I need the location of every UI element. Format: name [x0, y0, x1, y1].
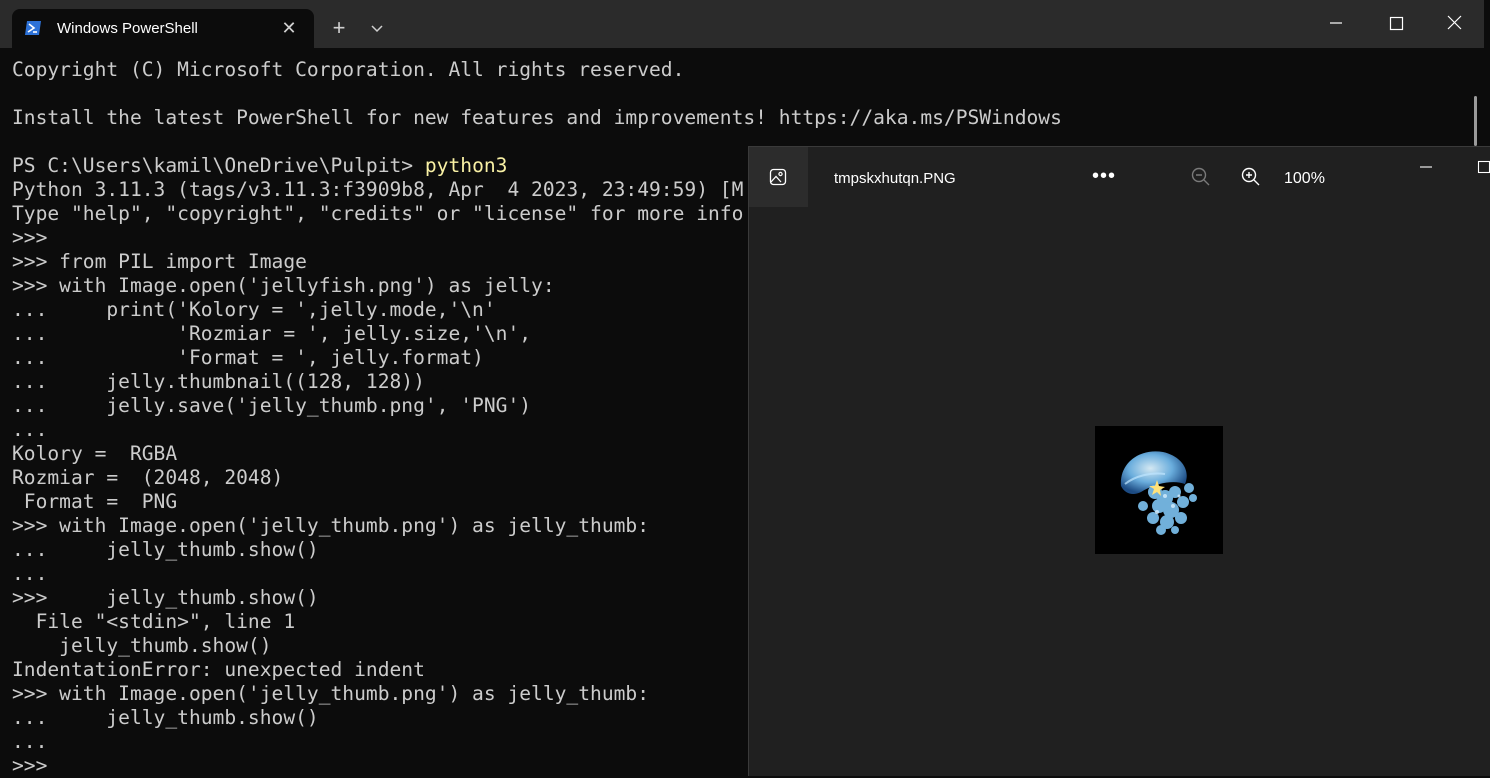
console-line: ... jelly_thumb.show()	[12, 538, 319, 561]
console-line: >>>	[12, 754, 48, 777]
console-line: Type "help", "copyright", "credits" or "…	[12, 202, 744, 225]
jellyfish-image	[1095, 426, 1223, 554]
console-line: >>> with Image.open('jelly_thumb.png') a…	[12, 682, 650, 705]
console-line: Python 3.11.3 (tags/v3.11.3:f3909b8, Apr…	[12, 178, 744, 201]
console-line: jelly_thumb.show()	[12, 634, 272, 657]
console-line: >>> from PIL import Image	[12, 250, 307, 273]
zoom-out-icon[interactable]	[1189, 165, 1213, 189]
console-line: Rozmiar = (2048, 2048)	[12, 466, 284, 489]
title-bar: Windows PowerShell ✕ +	[0, 0, 1484, 48]
console-line: Install the latest PowerShell for new fe…	[12, 106, 1062, 129]
console-line: ...	[12, 562, 48, 585]
tab-windows-powershell[interactable]: Windows PowerShell ✕	[12, 9, 314, 48]
minimize-icon[interactable]	[1316, 8, 1356, 38]
console-line: File "<stdin>", line 1	[12, 610, 296, 633]
console-line: >>>	[12, 226, 48, 249]
console-line: Copyright (C) Microsoft Corporation. All…	[12, 58, 685, 81]
console-line: ... print('Kolory = ',jelly.mode,'\n'	[12, 298, 496, 321]
console-line: >>> with Image.open('jelly_thumb.png') a…	[12, 514, 650, 537]
console-line: Format = PNG	[12, 490, 178, 513]
new-tab-button[interactable]: +	[326, 16, 352, 42]
console-line: ... 'Format = ', jelly.format)	[12, 346, 484, 369]
scrollbar[interactable]	[1474, 96, 1477, 146]
close-tab-icon[interactable]: ✕	[277, 16, 301, 40]
file-name: tmpskxhutqn.PNG	[834, 170, 956, 187]
photo-viewer-window: tmpskxhutqn.PNG ••• 100%	[748, 146, 1490, 776]
minimize-icon[interactable]	[1411, 155, 1441, 179]
console-line: Kolory = RGBA	[12, 442, 178, 465]
zoom-level[interactable]: 100%	[1284, 170, 1325, 188]
maximize-icon[interactable]	[1376, 8, 1416, 38]
console-line: ...	[12, 418, 48, 441]
zoom-in-icon[interactable]	[1239, 165, 1263, 189]
console-line: ... jelly_thumb.show()	[12, 706, 319, 729]
console-line: >>> with Image.open('jellyfish.png') as …	[12, 274, 555, 297]
prompt-path: PS C:\Users\kamil\OneDrive\Pulpit>	[12, 154, 425, 177]
console-line: ... jelly.save('jelly_thumb.png', 'PNG')	[12, 394, 532, 417]
console-line: ... 'Rozmiar = ', jelly.size,'\n',	[12, 322, 532, 345]
chevron-down-icon[interactable]	[364, 16, 390, 42]
jellyfish-thumbnail-image	[1095, 426, 1223, 554]
close-icon[interactable]	[1434, 8, 1474, 38]
photo-icon	[769, 168, 787, 186]
prompt-command: python3	[424, 154, 508, 177]
console-line: ...	[12, 730, 48, 753]
console-line: ... jelly.thumbnail((128, 128))	[12, 370, 425, 393]
viewer-toolbar: tmpskxhutqn.PNG ••• 100%	[749, 147, 1490, 208]
console-line: IndentationError: unexpected indent	[12, 658, 425, 681]
powershell-icon	[25, 21, 41, 35]
console-line: >>> jelly_thumb.show()	[12, 586, 319, 609]
console-line: PS C:\Users\kamil\OneDrive\Pulpit> pytho…	[12, 154, 507, 178]
tab-title: Windows PowerShell	[57, 20, 198, 37]
maximize-icon[interactable]	[1471, 155, 1490, 179]
more-options-button[interactable]: •••	[1089, 163, 1119, 193]
app-menu-button[interactable]	[749, 147, 808, 207]
